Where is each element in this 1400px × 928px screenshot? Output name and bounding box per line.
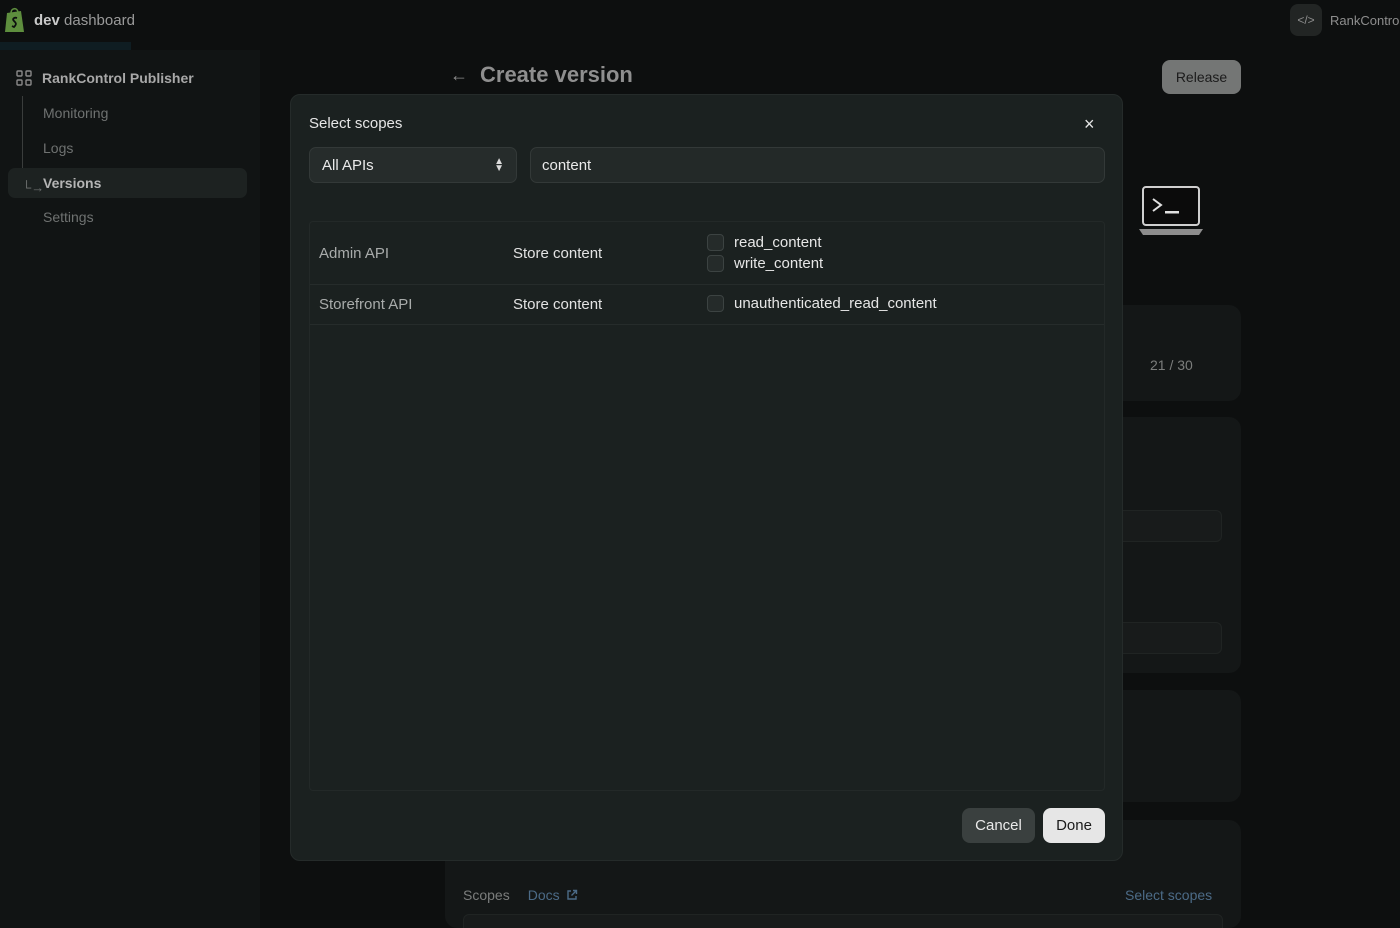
scope-option-write-content[interactable]: write_content [707,255,823,272]
app-name: RankControl Publisher [42,70,194,86]
page-title: Create version [480,62,633,87]
docs-label: Docs [527,887,560,903]
scope-table: Admin API Store content read_content wri… [309,221,1105,791]
cancel-button[interactable]: Cancel [962,808,1035,843]
background-input[interactable] [1110,622,1222,654]
scope-search-input[interactable] [530,147,1105,183]
apps-grid-icon [16,70,32,86]
background-input[interactable] [1110,510,1222,542]
done-button[interactable]: Done [1043,808,1105,843]
checkbox[interactable] [707,295,724,312]
brand[interactable]: dev dashboard [4,6,135,34]
sidebar: RankControl Publisher Monitoring Logs Ve… [0,50,260,928]
scopes-field[interactable] [463,914,1223,928]
scope-api-name: Storefront API [319,296,413,313]
scope-option-label: unauthenticated_read_content [734,295,937,312]
page-header: ← Create version [450,62,633,88]
sidebar-app-title[interactable]: RankControl Publisher [16,70,194,86]
scopes-label: Scopes [463,887,510,903]
api-filter-select[interactable]: All APIs ▲ ▼ [309,147,517,183]
sidebar-item-settings[interactable]: Settings [43,209,94,225]
scope-option-read-content[interactable]: read_content [707,234,822,251]
back-arrow-icon[interactable]: ← [450,65,468,86]
close-icon[interactable]: × [1084,115,1095,133]
select-scopes-link[interactable]: Select scopes [1125,887,1212,903]
sidebar-item-monitoring[interactable]: Monitoring [43,105,108,121]
store-name[interactable]: RankContro [1330,13,1399,28]
modal-title: Select scopes [309,115,403,132]
external-link-icon [566,889,577,900]
scope-group-name: Store content [513,296,603,313]
select-chevron-icon: ▲ ▼ [494,156,504,174]
scope-option-label: read_content [734,234,822,251]
table-row: Admin API Store content read_content wri… [310,222,1104,285]
background-card [1110,305,1241,401]
background-card [1110,690,1241,802]
character-counter: 21 / 30 [1150,357,1193,373]
scope-group-name: Store content [513,245,603,262]
checkbox[interactable] [707,234,724,251]
release-button[interactable]: Release [1162,60,1241,94]
table-row: Storefront API Store content unauthentic… [310,285,1104,325]
scopes-header: Scopes Docs [463,887,578,903]
brand-title: dev dashboard [34,11,135,29]
top-bar: dev dashboard </> RankContro [0,0,1400,42]
scope-api-name: Admin API [319,245,390,262]
shopify-bag-icon [5,7,24,32]
code-icon[interactable]: </> [1290,4,1322,36]
scope-option-label: write_content [734,255,824,272]
checkbox[interactable] [707,255,724,272]
sidebar-item-logs[interactable]: Logs [43,140,73,156]
api-filter-value: All APIs [322,156,374,174]
docs-link[interactable]: Docs [528,887,578,903]
laptop-terminal-icon [1139,186,1203,235]
nav-elbow-arrow-icon: └→ [22,180,45,195]
scope-option-unauthenticated-read-content[interactable]: unauthenticated_read_content [707,295,937,312]
select-scopes-modal: Select scopes × All APIs ▲▼ Admin API St… [290,94,1123,861]
